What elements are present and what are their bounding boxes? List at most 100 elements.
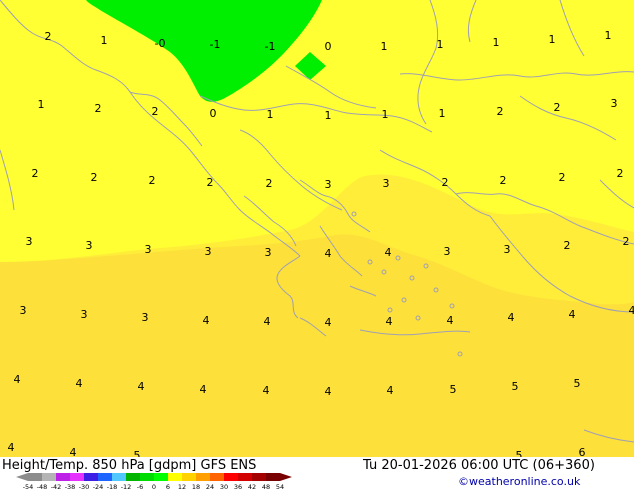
temperature-label: 5 xyxy=(450,383,457,396)
temperature-label: 4 xyxy=(70,446,77,457)
temperature-label: 6 xyxy=(579,446,586,457)
temperature-label: 0 xyxy=(210,107,217,120)
temperature-label: 2 xyxy=(149,174,156,187)
temperature-label: 0 xyxy=(325,40,332,53)
colorbar-swatch xyxy=(42,473,56,481)
temperature-label: 1 xyxy=(38,98,45,111)
temperature-label: 4 xyxy=(325,385,332,398)
temperature-label: 4 xyxy=(14,373,21,386)
temperature-label: 3 xyxy=(26,235,33,248)
colorbar-tick-label: 12 xyxy=(178,483,186,490)
colorbar-arrow-left xyxy=(16,473,28,481)
temperature-label: 3 xyxy=(504,243,511,256)
temperature-label: 3 xyxy=(86,239,93,252)
colorbar-tick-label: 0 xyxy=(152,483,156,490)
colorbar-tick-label: -18 xyxy=(107,483,118,490)
temperature-label: 2 xyxy=(559,171,566,184)
temperature-label: 2 xyxy=(564,239,571,252)
colorbar-swatch xyxy=(140,473,154,481)
temperature-label: 4 xyxy=(76,377,83,390)
temperature-label: 1 xyxy=(325,109,332,122)
temperature-label: 4 xyxy=(447,314,454,327)
colorbar-tick-label: -38 xyxy=(65,483,76,490)
colorbar-tick-label: 6 xyxy=(166,483,170,490)
temperature-label: 2 xyxy=(500,174,507,187)
temperature-label: 2 xyxy=(95,102,102,115)
temperature-label: 2 xyxy=(32,167,39,180)
temperature-label: 2 xyxy=(266,177,273,190)
colorbar-swatch xyxy=(238,473,252,481)
temperature-label: 4 xyxy=(263,384,270,397)
temperature-label: 1 xyxy=(605,29,612,42)
colorbar-tick-label: 30 xyxy=(220,483,228,490)
map-title: Height/Temp. 850 hPa [gdpm] GFS ENS xyxy=(2,458,257,473)
colorbar-tick-label: -6 xyxy=(137,483,143,490)
temperature-colorbar: -54 -48 -42 -38 -30 -24 -18 -12 -6 0 6 12 18 24 30 36 42… xyxy=(16,473,292,490)
temperature-label: 2 xyxy=(207,176,214,189)
temperature-label: 3 xyxy=(142,311,149,324)
temperature-label: 3 xyxy=(145,243,152,256)
colorbar-swatch xyxy=(70,473,84,481)
temperature-label: 2 xyxy=(623,235,630,248)
temperature-label: 3 xyxy=(205,245,212,258)
temperature-label: 1 xyxy=(382,108,389,121)
temperature-label: 3 xyxy=(20,304,27,317)
colorbar-tick-label: -42 xyxy=(51,483,62,490)
colorbar-tick-label: 24 xyxy=(206,483,214,490)
temperature-label: 4 xyxy=(200,383,207,396)
temperature-label: 4 xyxy=(8,441,15,454)
temperature-label: 3 xyxy=(383,177,390,190)
colorbar-swatch xyxy=(84,473,98,481)
temperature-map: 2 1 -0 -1 -1 0 1 1 1 1 1 1 2 2 0 1 1 1 1 2 2 3 2 2 2 2 2 3 3 2 2 2 2 3 3 3 3… xyxy=(0,0,634,457)
temperature-label: 1 xyxy=(437,38,444,51)
temperature-label: 2 xyxy=(617,167,624,180)
temperature-label: 4 xyxy=(203,314,210,327)
temperature-label: 2 xyxy=(152,105,159,118)
temperature-label: 3 xyxy=(81,308,88,321)
temperature-label: 1 xyxy=(381,40,388,53)
temperature-label: 2 xyxy=(45,30,52,43)
colorbar-swatch xyxy=(196,473,210,481)
colorbar-tick-label: -12 xyxy=(121,483,132,490)
temperature-label: 4 xyxy=(138,380,145,393)
colorbar-swatch xyxy=(210,473,224,481)
temperature-label: 2 xyxy=(497,105,504,118)
temperature-label: 1 xyxy=(493,36,500,49)
temperature-label: -1 xyxy=(210,38,221,51)
temperature-label: 4 xyxy=(629,304,634,317)
temperature-label: 4 xyxy=(569,308,576,321)
colorbar-swatch xyxy=(266,473,280,481)
temperature-label: 3 xyxy=(444,245,451,258)
temperature-label: 5 xyxy=(516,449,523,457)
colorbar-tick-label: -54 xyxy=(23,483,34,490)
temperature-label: 5 xyxy=(512,380,519,393)
weather-map-view: 2 1 -0 -1 -1 0 1 1 1 1 1 1 2 2 0 1 1 1 1 2 2 3 2 2 2 2 2 3 3 2 2 2 2 3 3 3 3… xyxy=(0,0,634,490)
colorbar-tick-label: 18 xyxy=(192,483,200,490)
colorbar-swatch xyxy=(182,473,196,481)
colorbar-tick-label: -24 xyxy=(93,483,104,490)
colorbar-arrow-right xyxy=(280,473,292,481)
colorbar-tick-label: 54 xyxy=(276,483,284,490)
temperature-label: -0 xyxy=(155,37,166,50)
credit-link[interactable]: ©weatheronline.co.uk xyxy=(458,475,580,488)
temperature-label: -1 xyxy=(265,40,276,53)
temperature-label: 3 xyxy=(325,178,332,191)
colorbar-swatch xyxy=(98,473,112,481)
colorbar-tick-label: 42 xyxy=(248,483,256,490)
temperature-label: 1 xyxy=(549,33,556,46)
colorbar-swatch xyxy=(126,473,140,481)
temperature-label: 2 xyxy=(554,101,561,114)
temperature-label: 5 xyxy=(574,377,581,390)
colorbar-tick-label: 36 xyxy=(234,483,242,490)
colorbar-swatch xyxy=(56,473,70,481)
temperature-label: 4 xyxy=(264,315,271,328)
temperature-label: 4 xyxy=(508,311,515,324)
colorbar-tick-label: -48 xyxy=(37,483,48,490)
colorbar-swatch xyxy=(28,473,42,481)
temperature-label: 5 xyxy=(134,449,141,457)
temperature-label: 4 xyxy=(325,247,332,260)
temperature-label: 4 xyxy=(386,315,393,328)
colorbar-swatch xyxy=(168,473,182,481)
temperature-label: 4 xyxy=(325,316,332,329)
temperature-label: 2 xyxy=(91,171,98,184)
